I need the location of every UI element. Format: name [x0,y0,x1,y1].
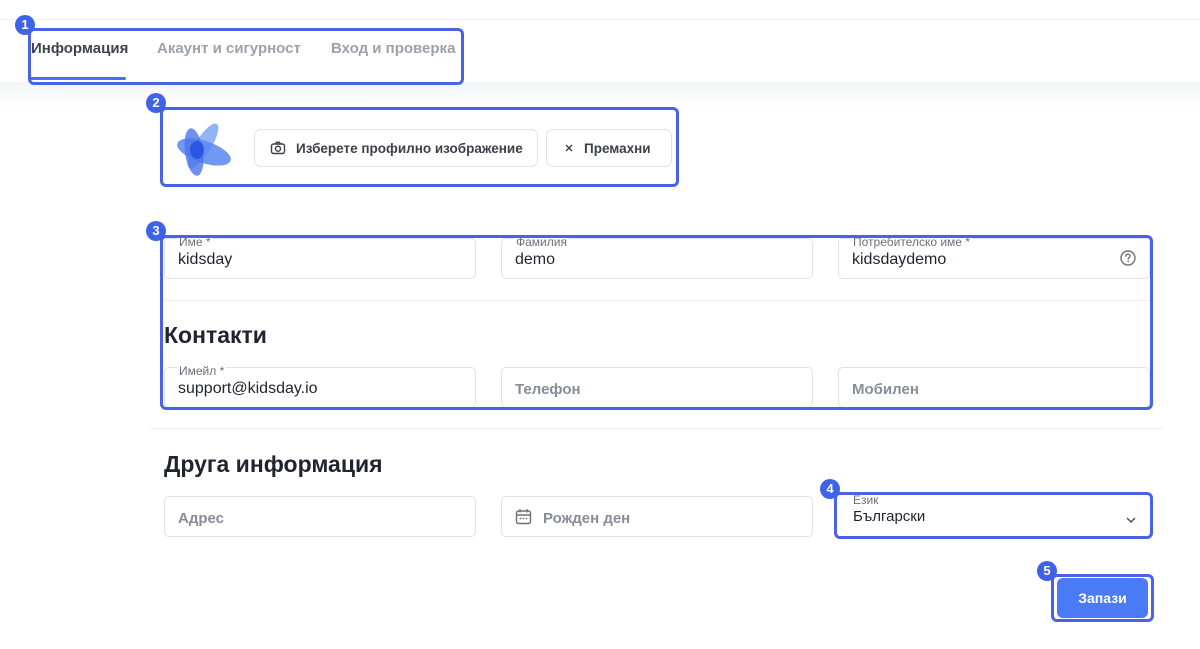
annotation-badge: 2 [146,93,166,113]
annotation-badge: 5 [1037,561,1057,581]
address-field[interactable]: Адрес [164,496,476,537]
top-strip [0,0,1200,20]
birthday-placeholder: Рожден ден [543,510,631,527]
annotation-frame-fields [160,235,1153,410]
calendar-icon [515,508,532,530]
annotation-frame-tabs [28,28,464,85]
address-placeholder: Адрес [178,510,225,527]
tab-bar-shadow [0,82,1200,108]
annotation-badge: 3 [146,221,166,241]
section-divider [150,428,1164,429]
annotation-frame-language [834,492,1153,539]
annotation-badge: 4 [820,479,840,499]
annotation-frame-profile [160,107,679,187]
annotation-frame-save [1051,574,1154,622]
annotation-badge: 1 [15,15,35,35]
other-info-heading: Друга информация [164,451,383,477]
birthday-field[interactable]: Рожден ден [501,496,813,537]
